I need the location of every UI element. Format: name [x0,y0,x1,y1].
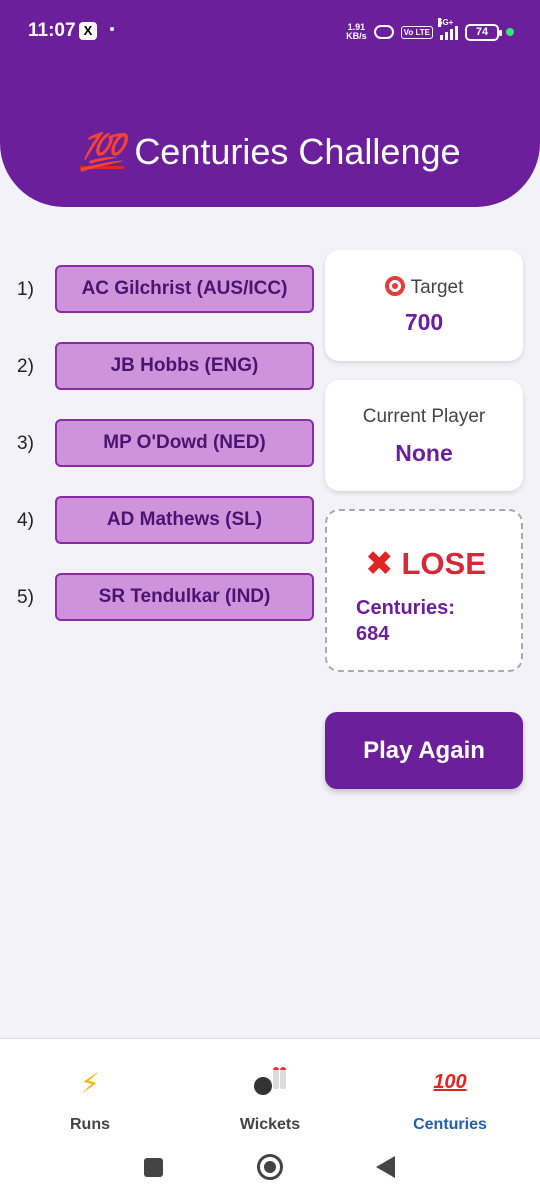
centuries-value: 684 [356,623,390,645]
player-row-2: 2) JB Hobbs (ENG) [0,342,320,392]
app-header: 11:07 X 1.91 KB/s Vo LTE 5G+ 74 💯 Centuri… [0,0,540,207]
current-player-card: Current Player None [325,380,523,491]
bowling-icon [180,1067,360,1097]
nav-item-wickets[interactable]: Wickets [180,1039,360,1149]
network-speed: 1.91 KB/s [346,23,367,41]
result-card: ✖ LOSE Centuries: 684 [325,509,523,672]
nav-label-wickets: Wickets [239,1116,301,1133]
target-icon [384,276,405,296]
target-value: 700 [404,309,444,335]
network-type: 5G+ [438,18,454,27]
lightning-icon: ⚡ [80,1068,100,1099]
status-bar: 11:07 X 1.91 KB/s Vo LTE 5G+ 74 [0,0,540,62]
player-button-5[interactable]: SR Tendulkar (IND) [55,573,314,621]
player-number: 3) [17,433,34,454]
hundred-icon: 💯 [79,131,125,172]
home-button-icon[interactable] [257,1154,283,1180]
nav-label-centuries: Centuries [413,1116,487,1133]
player-number: 2) [17,356,34,377]
nav-item-centuries[interactable]: 100 Centuries [360,1039,540,1149]
result-centuries: Centuries: 684 [356,595,506,647]
current-player-label: Current Player [362,406,486,427]
player-button-1[interactable]: AC Gilchrist (AUS/ICC) [55,265,314,313]
player-number: 5) [17,587,34,608]
cross-mark-icon: ✖ [365,545,394,583]
result-status: ✖ LOSE [365,544,486,584]
player-number: 1) [17,279,34,300]
play-again-button[interactable]: Play Again [325,712,523,789]
player-row-3: 3) MP O'Dowd (NED) [0,419,320,469]
battery-icon: 74 [465,23,502,41]
player-row-4: 4) AD Mathews (SL) [0,496,320,546]
player-number: 4) [17,510,34,531]
volte-icon: Vo LTE [400,25,433,39]
signal-icon: 5G+ [438,18,458,40]
network-speed-unit: KB/s [346,31,367,41]
player-button-2[interactable]: JB Hobbs (ENG) [55,342,314,390]
target-label: Target [410,277,464,298]
player-button-4[interactable]: AD Mathews (SL) [55,496,314,544]
player-button-3[interactable]: MP O'Dowd (NED) [55,419,314,467]
privacy-indicator-icon [506,28,514,36]
player-row-1: 1) AC Gilchrist (AUS/ICC) [0,265,320,315]
system-nav-bar [0,1148,540,1188]
centuries-label: Centuries: [356,597,455,619]
result-status-text: LOSE [401,546,486,581]
x-app-icon: X [79,22,97,40]
page-title: 💯 Centuries Challenge [0,131,540,173]
back-button-icon[interactable] [376,1156,395,1178]
nav-item-runs[interactable]: ⚡ Runs [0,1039,180,1149]
recents-button-icon[interactable] [144,1158,163,1177]
status-time: 11:07 [28,20,76,41]
hotspot-icon [373,25,394,39]
hundred-icon: 100 [433,1071,467,1093]
target-card: Target 700 [325,250,523,361]
player-row-5: 5) SR Tendulkar (IND) [0,573,320,623]
page-title-text: Centuries Challenge [134,131,461,172]
status-indicators: 1.91 KB/s Vo LTE 5G+ 74 [346,18,514,44]
target-label-row: Target [325,250,523,299]
current-player-value: None [395,440,453,466]
notification-dot-icon [110,27,114,31]
nav-label-runs: Runs [70,1116,110,1133]
